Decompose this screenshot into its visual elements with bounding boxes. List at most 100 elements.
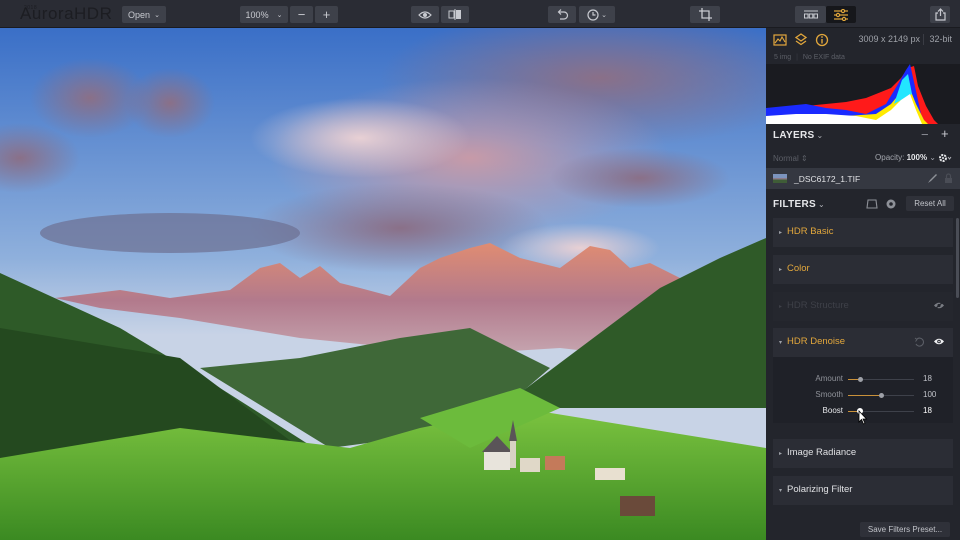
compare-icon: [448, 9, 461, 20]
filter-name: HDR Basic: [787, 226, 834, 237]
crop-button[interactable]: [690, 6, 720, 23]
share-button[interactable]: [930, 6, 950, 23]
eye-hidden-icon[interactable]: [933, 301, 945, 310]
zoom-select[interactable]: 100% ⌄: [240, 6, 288, 23]
opacity-label: Opacity:: [875, 153, 905, 162]
plus-icon: +: [322, 7, 331, 22]
logo-year: 2018: [24, 5, 38, 11]
chevron-down-icon: ⌄: [276, 11, 283, 19]
layer-item[interactable]: _DSC6172_1.TIF: [766, 168, 960, 189]
slider-value: 18: [923, 406, 932, 415]
histogram-icon[interactable]: [773, 33, 787, 47]
filter-hdr-structure[interactable]: ▸ HDR Structure: [773, 292, 953, 321]
blend-mode-value: Normal: [773, 154, 799, 163]
filters-view-button[interactable]: [826, 6, 856, 23]
image-dimensions: 3009 x 2149 px: [858, 34, 920, 44]
slider-knob[interactable]: [879, 393, 884, 398]
layer-name: _DSC6172_1.TIF: [794, 174, 861, 184]
exif-status: No EXIF data: [802, 54, 845, 61]
reset-all-button[interactable]: Reset All: [906, 196, 954, 211]
expand-arrow-icon: ▸: [779, 451, 783, 457]
expand-arrow-icon: ▸: [779, 304, 783, 310]
aperture-icon[interactable]: [885, 198, 897, 210]
slider-label: Smooth: [815, 390, 843, 399]
expand-arrow-icon: ▸: [779, 230, 783, 236]
undo-button[interactable]: [548, 6, 576, 23]
info-icon[interactable]: [815, 33, 829, 47]
open-button[interactable]: Open ⌄: [122, 6, 166, 23]
slider-fill: [848, 395, 881, 396]
expand-arrow-icon: ▸: [779, 267, 783, 273]
image-canvas[interactable]: [0, 28, 766, 540]
image-count: 5 img: [774, 54, 792, 61]
amount-slider[interactable]: Amount 18: [773, 372, 953, 386]
history-icon: [587, 8, 599, 21]
brush-icon[interactable]: [927, 173, 938, 184]
zoom-out-button[interactable]: −: [290, 6, 313, 23]
layers-icon[interactable]: [794, 33, 808, 47]
slider-track[interactable]: [848, 377, 914, 382]
zoom-value: 100%: [245, 9, 269, 20]
stepper-icon: ⇕: [801, 154, 808, 163]
bit-depth: 32-bit: [929, 34, 952, 44]
lock-icon[interactable]: [944, 173, 953, 184]
landscape-photo: [0, 28, 766, 540]
remove-layer-button[interactable]: −: [921, 127, 929, 142]
chevron-down-icon: ⌄: [154, 11, 160, 19]
filter-name: HDR Denoise: [787, 336, 846, 347]
filter-name: Polarizing Filter: [787, 484, 853, 495]
filter-name: HDR Structure: [787, 300, 849, 311]
filter-hdr-basic[interactable]: ▸ HDR Basic: [773, 218, 953, 247]
top-toolbar: 2018 AuroraHDR Open ⌄ 100% ⌄ − + ⌄: [0, 0, 960, 28]
chevron-down-icon: ⌄: [601, 11, 607, 19]
blend-mode-select[interactable]: Normal ⇕: [773, 154, 808, 163]
layers-header[interactable]: LAYERS ⌄: [773, 130, 823, 141]
opacity-value: 100%: [906, 153, 928, 162]
filter-hdr-denoise[interactable]: ▾ HDR Denoise: [773, 328, 953, 357]
presets-icon: [803, 10, 818, 19]
slider-label: Boost: [822, 406, 843, 415]
slider-knob[interactable]: [857, 377, 863, 382]
filters-title: FILTERS: [773, 199, 817, 210]
mask-icon[interactable]: [866, 198, 878, 210]
filters-icon: [834, 8, 848, 21]
smooth-slider[interactable]: Smooth 100: [773, 388, 953, 402]
layer-thumbnail: [773, 174, 787, 183]
filters-header[interactable]: FILTERS ⌄: [773, 199, 825, 210]
app-logo: 2018 AuroraHDR: [20, 4, 112, 24]
undo-icon: [557, 9, 568, 20]
filter-name: Color: [787, 263, 810, 274]
zoom-in-button[interactable]: +: [315, 6, 338, 23]
add-layer-button[interactable]: +: [941, 126, 949, 141]
slider-track[interactable]: [848, 393, 914, 398]
opacity-control[interactable]: Opacity: 100% ⌄: [875, 153, 936, 162]
minus-icon: −: [297, 7, 306, 22]
filters-scrollbar[interactable]: [956, 218, 959, 298]
right-panel: 3009 x 2149 px 32-bit 5 img | No EXIF da…: [766, 28, 960, 540]
save-filters-preset-button[interactable]: Save Filters Preset...: [860, 522, 950, 537]
compare-button[interactable]: [441, 6, 469, 23]
divider: |: [796, 54, 798, 61]
filter-image-radiance[interactable]: ▸ Image Radiance: [773, 439, 953, 468]
chevron-down-icon: ⌄: [929, 153, 936, 162]
mouse-cursor-icon: [858, 410, 868, 425]
collapse-arrow-icon: ▾: [779, 340, 783, 346]
layers-title: LAYERS: [773, 130, 815, 141]
filter-color[interactable]: ▸ Color: [773, 255, 953, 284]
reset-filter-icon[interactable]: [914, 337, 925, 348]
preview-button[interactable]: [411, 6, 439, 23]
slider-value: 100: [923, 390, 937, 399]
history-button[interactable]: ⌄: [579, 6, 615, 23]
slider-value: 18: [923, 374, 932, 383]
histogram: [766, 64, 960, 124]
filter-name: Image Radiance: [787, 447, 857, 458]
divider: [923, 34, 924, 45]
presets-view-button[interactable]: [795, 6, 826, 23]
eye-icon: [418, 10, 432, 19]
layer-settings-icon[interactable]: [938, 153, 952, 163]
eye-visible-icon[interactable]: [933, 337, 945, 346]
filter-polarizing[interactable]: ▾ Polarizing Filter: [773, 476, 953, 505]
info-bar: 3009 x 2149 px 32-bit: [766, 28, 960, 52]
slider-label: Amount: [815, 374, 843, 383]
collapse-arrow-icon: ▾: [779, 488, 783, 494]
